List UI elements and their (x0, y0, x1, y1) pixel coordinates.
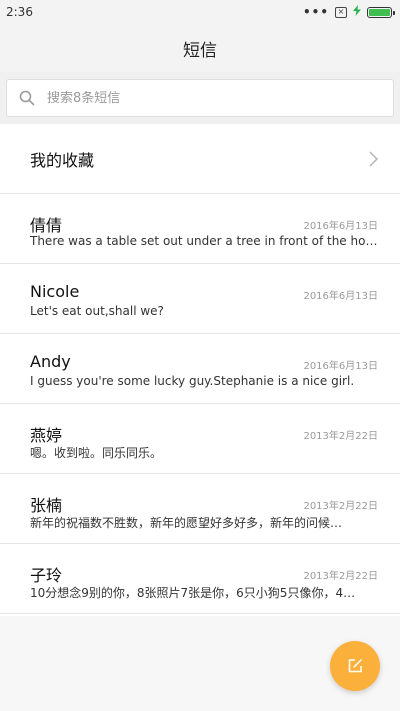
more-dots-icon: ••• (302, 5, 329, 19)
search-box[interactable] (6, 79, 394, 117)
message-preview: 新年的祝福数不胜数，新年的愿望好多好多，新年的问候… (30, 516, 343, 530)
search-input[interactable] (47, 90, 347, 106)
contact-name: 子玲 (30, 566, 63, 585)
contact-name: 燕婷 (30, 426, 63, 445)
status-bar: 2:36 ••• × (0, 0, 400, 24)
status-icons: ••• × (302, 5, 395, 19)
contact-name: Nicole (30, 282, 80, 301)
compose-button[interactable] (330, 641, 380, 691)
contact-name: 张楠 (30, 496, 63, 515)
compose-icon (348, 659, 362, 673)
message-preview: 嗯。收到啦。同乐同乐。 (30, 446, 163, 460)
battery-icon (367, 6, 395, 18)
conversation-item[interactable]: Nicole 2016年6月13日 Let's eat out,shall we… (0, 264, 400, 334)
status-time: 2:36 (6, 5, 33, 19)
message-preview: There was a table set out under a tree i… (30, 234, 378, 248)
conversation-item[interactable]: 倩倩 2016年6月13日 There was a table set out … (0, 194, 400, 264)
contact-name: 倩倩 (30, 216, 63, 235)
favorites-label: 我的收藏 (30, 150, 95, 170)
message-preview: I guess you're some lucky guy.Stephanie … (30, 374, 355, 388)
conversation-item[interactable]: 子玲 2013年2月22日 10分想念9别的你，8张照片7张是你，6只小狗5只像… (0, 544, 400, 614)
message-preview: 10分想念9别的你，8张照片7张是你，6只小狗5只像你，4… (30, 586, 356, 600)
message-date: 2016年6月13日 (303, 361, 378, 372)
battery-fill (369, 8, 390, 16)
search-bar (0, 72, 400, 124)
page-title: 短信 (183, 40, 217, 61)
conversation-list: 我的收藏 倩倩 2016年6月13日 There was a table set… (0, 124, 400, 616)
chevron-right-icon (369, 150, 378, 167)
contact-name: Andy (30, 352, 71, 371)
message-date: 2016年6月13日 (303, 221, 378, 232)
conversation-item[interactable]: Andy 2016年6月13日 I guess you're some luck… (0, 334, 400, 404)
search-icon (19, 90, 35, 106)
no-sim-mark: × (337, 7, 345, 16)
message-date: 2013年2月22日 (303, 571, 378, 582)
charging-icon (353, 5, 361, 19)
header: 短信 (0, 24, 400, 72)
message-date: 2016年6月13日 (303, 291, 378, 302)
message-date: 2013年2月22日 (303, 501, 378, 512)
favorites-row[interactable]: 我的收藏 (0, 124, 400, 194)
no-sim-icon: × (335, 6, 347, 18)
message-date: 2013年2月22日 (303, 431, 378, 442)
conversation-item[interactable]: 张楠 2013年2月22日 新年的祝福数不胜数，新年的愿望好多好多，新年的问候… (0, 474, 400, 544)
message-preview: Let's eat out,shall we? (30, 304, 164, 318)
conversation-item[interactable]: 燕婷 2013年2月22日 嗯。收到啦。同乐同乐。 (0, 404, 400, 474)
